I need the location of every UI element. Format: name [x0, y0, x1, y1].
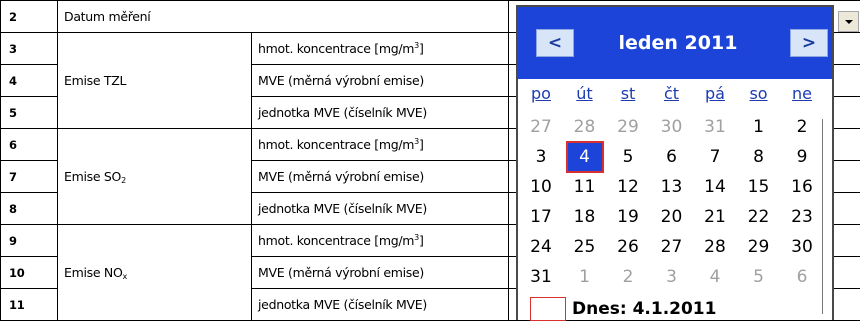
row-number: 11	[1, 289, 58, 321]
weekday-label: so	[742, 84, 776, 103]
dropdown-button[interactable]	[838, 11, 859, 32]
calendar-day[interactable]: 1	[568, 263, 602, 291]
date-picker-popup: < leden 2011 > poútstčtpásone 2728293031…	[516, 5, 834, 320]
calendar-day[interactable]: 14	[698, 173, 732, 201]
today-link[interactable]: Dnes: 4.1.2011	[572, 297, 716, 321]
calendar-day[interactable]: 11	[568, 173, 602, 201]
weekday-label: po	[524, 84, 558, 103]
row-number: 9	[1, 225, 58, 257]
calendar-day[interactable]: 1	[742, 113, 776, 141]
row-number: 5	[1, 97, 58, 129]
row-number: 7	[1, 161, 58, 193]
calendar-day[interactable]: 27	[655, 233, 689, 261]
param-label: MVE (měrná výrobní emise)	[252, 161, 509, 193]
calendar-day[interactable]: 31	[524, 263, 558, 291]
row-number: 8	[1, 193, 58, 225]
row-label: Datum měření	[58, 1, 509, 33]
calendar-day[interactable]: 6	[655, 143, 689, 171]
calendar-day[interactable]: 24	[524, 233, 558, 261]
param-label: hmot. koncentrace [mg/m3]	[252, 129, 509, 161]
calendar-day[interactable]: 2	[785, 113, 819, 141]
calendar-day[interactable]: 15	[742, 173, 776, 201]
calendar-day[interactable]: 13	[655, 173, 689, 201]
calendar-day[interactable]: 10	[524, 173, 558, 201]
calendar-day[interactable]: 30	[785, 233, 819, 261]
weekday-label: pá	[698, 84, 732, 103]
calendar-day[interactable]: 30	[655, 113, 689, 141]
param-label: jednotka MVE (číselník MVE)	[252, 289, 509, 321]
prev-month-button[interactable]: <	[536, 29, 574, 57]
calendar-day[interactable]: 5	[742, 263, 776, 291]
calendar-day[interactable]: 29	[611, 113, 645, 141]
next-month-button[interactable]: >	[790, 29, 828, 57]
calendar-day[interactable]: 2	[611, 263, 645, 291]
calendar-day[interactable]: 4	[568, 143, 602, 171]
calendar-day[interactable]: 22	[742, 203, 776, 231]
calendar-day[interactable]: 17	[524, 203, 558, 231]
calendar-day[interactable]: 18	[568, 203, 602, 231]
param-label: jednotka MVE (číselník MVE)	[252, 193, 509, 225]
param-label: jednotka MVE (číselník MVE)	[252, 97, 509, 129]
chevron-down-icon	[845, 20, 853, 24]
calendar-header: < leden 2011 >	[518, 7, 832, 79]
calendar-day[interactable]: 31	[698, 113, 732, 141]
calendar-day[interactable]: 19	[611, 203, 645, 231]
calendar-day[interactable]: 16	[785, 173, 819, 201]
row-number: 2	[1, 1, 58, 33]
group-label: Emise NOx	[58, 225, 252, 321]
today-marker	[530, 297, 566, 321]
calendar-day[interactable]: 29	[742, 233, 776, 261]
row-number: 3	[1, 33, 58, 65]
calendar-day[interactable]: 5	[611, 143, 645, 171]
row-number: 6	[1, 129, 58, 161]
calendar-day[interactable]: 6	[785, 263, 819, 291]
calendar-day[interactable]: 26	[611, 233, 645, 261]
calendar-day[interactable]: 27	[524, 113, 558, 141]
group-label: Emise TZL	[58, 33, 252, 129]
param-label: MVE (měrná výrobní emise)	[252, 257, 509, 289]
calendar-day[interactable]: 28	[568, 113, 602, 141]
param-label: hmot. koncentrace [mg/m3]	[252, 225, 509, 257]
weekday-header: poútstčtpásone	[524, 84, 824, 108]
param-label: hmot. koncentrace [mg/m3]	[252, 33, 509, 65]
scrollbar[interactable]	[822, 119, 831, 314]
calendar-day[interactable]: 3	[524, 143, 558, 171]
row-number: 10	[1, 257, 58, 289]
calendar-day[interactable]: 12	[611, 173, 645, 201]
calendar-day[interactable]: 25	[568, 233, 602, 261]
param-label: MVE (měrná výrobní emise)	[252, 65, 509, 97]
month-label: leden 2011	[578, 29, 778, 57]
calendar-day[interactable]: 21	[698, 203, 732, 231]
weekday-label: ne	[785, 84, 819, 103]
calendar-day[interactable]: 23	[785, 203, 819, 231]
weekday-label: čt	[655, 84, 689, 103]
weekday-label: st	[611, 84, 645, 103]
calendar-day[interactable]: 3	[655, 263, 689, 291]
calendar-day[interactable]: 8	[742, 143, 776, 171]
calendar-day[interactable]: 20	[655, 203, 689, 231]
calendar-day[interactable]: 7	[698, 143, 732, 171]
group-label: Emise SO2	[58, 129, 252, 225]
calendar-day[interactable]: 4	[698, 263, 732, 291]
calendar-day[interactable]: 9	[785, 143, 819, 171]
row-number: 4	[1, 65, 58, 97]
weekday-label: út	[568, 84, 602, 103]
calendar-day[interactable]: 28	[698, 233, 732, 261]
